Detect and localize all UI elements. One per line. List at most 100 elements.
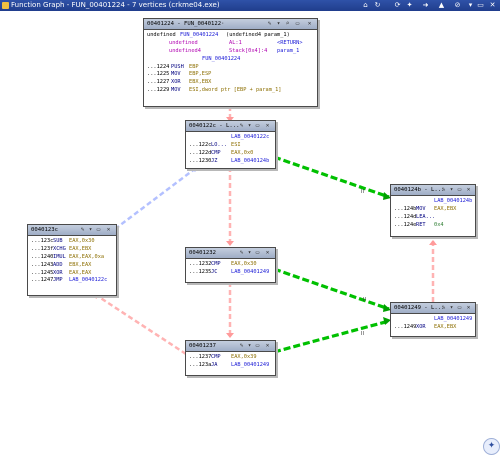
block-0040123c[interactable]: 0040123c ✎ ▾ ▭ ✕ ...123c SUB EAX,0x30 ...1…: [27, 224, 117, 296]
instr-address[interactable]: ...1245: [31, 270, 53, 278]
edge-123c-122c: [114, 167, 197, 230]
edit-icon[interactable]: ✎: [266, 20, 273, 27]
instr-address[interactable]: ...1225: [147, 71, 169, 79]
dropdown-icon[interactable]: ▾: [448, 186, 455, 193]
instr-operand[interactable]: LAB_0040124b: [231, 158, 269, 166]
instr-address[interactable]: ...1243: [31, 262, 53, 270]
instr-address[interactable]: ...124b: [394, 206, 416, 214]
dropdown-icon[interactable]: ▾: [246, 122, 253, 129]
zoom-icon[interactable]: ⌕: [284, 20, 291, 27]
instr-address[interactable]: ...1227: [147, 79, 169, 87]
close-icon[interactable]: ✕: [264, 122, 271, 129]
window-icon[interactable]: ▭: [456, 304, 463, 311]
dropdown-icon[interactable]: ▾: [87, 226, 94, 233]
instr-mnemonic: IMUL: [53, 253, 66, 260]
instr-address[interactable]: ...1235: [189, 269, 211, 277]
edge-1232-1249: [273, 267, 390, 311]
instr-operand[interactable]: LAB_00401249: [231, 362, 269, 370]
instr-address[interactable]: ...1232: [189, 261, 211, 269]
block-00401224[interactable]: 00401224 - FUN_0040122· ✎ ▾ ⌕ ▭ ✕ undefi…: [143, 18, 318, 107]
block-00401232[interactable]: 00401232 ✎ ▾ ▭ ✕ ...1232 CMP EAX,0x30 ...1…: [185, 247, 276, 283]
close-icon[interactable]: ✕: [306, 20, 313, 27]
block-00401249[interactable]: 00401249 - L... ✎ ▾ ▭ ✕ LAB_00401249 ...…: [390, 302, 476, 337]
dropdown-icon[interactable]: ▾: [275, 20, 282, 27]
instr-operand: EBX,EAX: [69, 261, 92, 268]
instr-mnemonic: CMP: [211, 261, 221, 267]
block-header[interactable]: 0040124b - L... ✎ ▾ ▭ ✕: [391, 185, 475, 196]
block-title: 00401224 - FUN_0040122·: [147, 21, 225, 27]
instr-operand: EAX,0x30: [231, 261, 257, 267]
block-header[interactable]: 00401237 ✎ ▾ ▭ ✕: [186, 341, 275, 352]
function-label[interactable]: FUN_00401224: [202, 56, 240, 64]
block-label[interactable]: LAB_00401249: [434, 316, 472, 324]
return-type: undefined: [147, 32, 176, 38]
close-icon[interactable]: ✕: [465, 186, 472, 193]
window-icon[interactable]: ▭: [254, 249, 261, 256]
instr-operand: EBP: [189, 63, 199, 70]
instr-operand: ESI: [231, 141, 241, 148]
instr-address[interactable]: ...1249: [394, 324, 416, 332]
var-name: Stack[0x4]:4: [229, 47, 268, 54]
block-label[interactable]: LAB_0040124b: [434, 198, 472, 206]
instr-address[interactable]: ...123a: [189, 362, 211, 370]
edge-label-icon: II: [363, 297, 366, 303]
dropdown-icon[interactable]: ▾: [448, 304, 455, 311]
edit-icon[interactable]: ✎: [79, 226, 86, 233]
window-icon[interactable]: ▭: [254, 122, 261, 129]
block-title: 0040124b - L...: [394, 187, 445, 193]
block-0040122c[interactable]: 0040122c - L... ✎ ▾ ▭ ✕ LAB_0040122c ...…: [185, 120, 276, 169]
instr-mnemonic: LEA...: [416, 213, 436, 220]
close-icon[interactable]: ✕: [264, 342, 271, 349]
dropdown-icon[interactable]: ▾: [246, 249, 253, 256]
edit-icon[interactable]: ✎: [440, 186, 447, 193]
instr-operand: EAX,EAX,0xa: [69, 253, 105, 260]
block-header[interactable]: 00401249 - L... ✎ ▾ ▭ ✕: [391, 303, 475, 314]
satellite-view-icon[interactable]: ✦: [483, 438, 500, 455]
instr-address[interactable]: ...1240: [31, 254, 53, 262]
instr-mnemonic: MOV: [416, 205, 426, 212]
edit-icon[interactable]: ✎: [238, 342, 245, 349]
window-icon[interactable]: ▭: [254, 342, 261, 349]
close-icon[interactable]: ✕: [264, 249, 271, 256]
edit-icon[interactable]: ✎: [238, 249, 245, 256]
instr-operand[interactable]: LAB_00401249: [231, 269, 269, 277]
instr-address[interactable]: ...1229: [147, 87, 169, 95]
instr-mnemonic: MOV: [171, 71, 181, 78]
instr-address[interactable]: ...1224: [147, 64, 169, 72]
var-store: <RETURN>: [277, 39, 303, 46]
instr-operand[interactable]: LAB_0040122c: [69, 277, 107, 285]
window-icon[interactable]: ▭: [95, 226, 102, 233]
function-name[interactable]: FUN_00401224: [180, 32, 218, 40]
instr-address[interactable]: ...1230: [189, 158, 211, 166]
block-header[interactable]: 00401224 - FUN_0040122· ✎ ▾ ⌕ ▭ ✕: [144, 19, 317, 30]
instr-mnemonic: XOR: [171, 79, 181, 86]
instr-address[interactable]: ...123c: [31, 238, 53, 246]
instr-address[interactable]: ...124e: [394, 222, 416, 230]
instr-address[interactable]: ...122c: [189, 142, 211, 150]
block-header[interactable]: 00401232 ✎ ▾ ▭ ✕: [186, 248, 275, 259]
window-icon[interactable]: ▭: [456, 186, 463, 193]
block-label[interactable]: LAB_0040122c: [231, 134, 269, 142]
instr-mnemonic: SUB: [53, 238, 63, 244]
instr-operand: EAX,EBX: [434, 323, 457, 330]
instr-address[interactable]: ...1237: [189, 354, 211, 362]
block-00401237[interactable]: 00401237 ✎ ▾ ▭ ✕ ...1237 CMP EAX,0x39 ...1…: [185, 340, 276, 376]
dropdown-icon[interactable]: ▾: [246, 342, 253, 349]
instr-operand: EAX,EBX: [69, 245, 92, 252]
edit-icon[interactable]: ✎: [440, 304, 447, 311]
block-title: 00401249 - L...: [394, 305, 445, 311]
instr-address[interactable]: ...123f: [31, 246, 53, 254]
block-0040124b[interactable]: 0040124b - L... ✎ ▾ ▭ ✕ LAB_0040124b ...…: [390, 184, 476, 237]
window-icon[interactable]: ▭: [294, 20, 301, 27]
instr-address[interactable]: ...1247: [31, 277, 53, 285]
block-header[interactable]: 0040123c ✎ ▾ ▭ ✕: [28, 225, 116, 236]
instr-operand: EAX,0x30: [69, 238, 95, 244]
edit-icon[interactable]: ✎: [238, 122, 245, 129]
instr-mnemonic: JMP: [53, 277, 63, 284]
instr-address[interactable]: ...122d: [189, 150, 211, 158]
instr-address[interactable]: ...124d: [394, 214, 416, 222]
instr-operand: EAX,0x0: [231, 149, 254, 156]
close-icon[interactable]: ✕: [105, 226, 112, 233]
block-header[interactable]: 0040122c - L... ✎ ▾ ▭ ✕: [186, 121, 275, 132]
close-icon[interactable]: ✕: [465, 304, 472, 311]
